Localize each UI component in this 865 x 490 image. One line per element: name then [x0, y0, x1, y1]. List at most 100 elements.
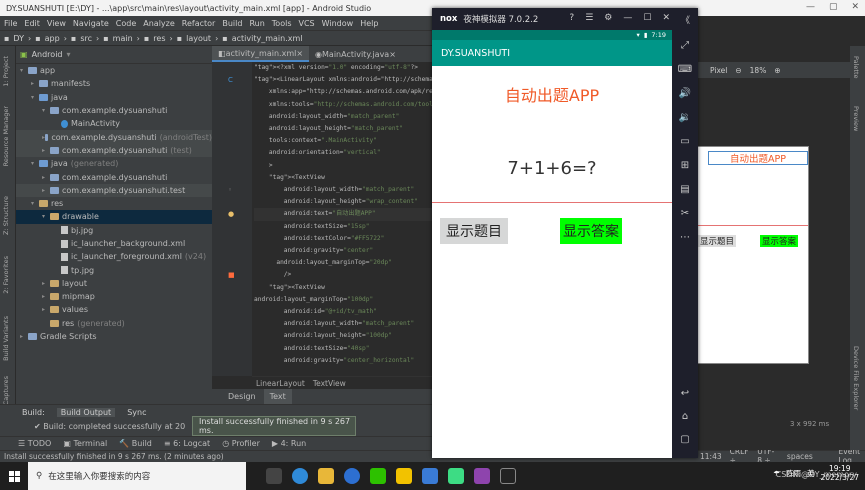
expand-arrow-icon[interactable]: ▾ [31, 160, 39, 167]
tree-item[interactable]: bj.jpg [16, 224, 212, 237]
explorer-icon[interactable] [318, 468, 334, 484]
menu-vcs[interactable]: VCS [299, 19, 315, 28]
expand-arrow-icon[interactable]: ▾ [42, 107, 50, 114]
maximize-button[interactable]: ▢ [829, 2, 838, 12]
code-editor[interactable]: "tag"><?xml version="1.0" encoding="utf-… [252, 62, 432, 376]
side-tab-4[interactable]: Build Variants [2, 316, 10, 361]
menu-window[interactable]: Window [322, 19, 354, 28]
expand-arrow-icon[interactable]: ▾ [20, 67, 28, 74]
project-view-selector[interactable]: Android [32, 50, 63, 59]
add-icon[interactable]: ⊞ [681, 160, 689, 171]
show-answer-button[interactable]: 显示答案 [560, 218, 622, 244]
menu-edit[interactable]: Edit [24, 19, 40, 28]
bottom-tool[interactable]: ▣ Terminal [63, 439, 107, 448]
breadcrumb-item[interactable]: app [45, 34, 60, 43]
gear-icon[interactable]: ⚙ [604, 13, 612, 26]
bottom-tool[interactable]: ≡ 6: Logcat [164, 439, 210, 448]
photos-icon[interactable] [422, 468, 438, 484]
menu-run[interactable]: Run [249, 19, 264, 28]
tab-design[interactable]: Design [222, 389, 262, 404]
expand-arrow-icon[interactable]: ▸ [20, 333, 28, 340]
status-item[interactable]: 11:43 [700, 452, 722, 461]
expand-arrow-icon[interactable]: ▸ [42, 306, 50, 313]
xml-crumb[interactable]: TextView [313, 379, 346, 388]
app-icon-x[interactable] [344, 468, 360, 484]
expand-arrow-icon[interactable]: ▸ [42, 187, 50, 194]
tree-item[interactable]: ▸ layout [16, 277, 212, 290]
bottom-tool[interactable]: ◷ Profiler [222, 439, 260, 448]
keyboard-icon[interactable]: ⌨ [678, 64, 692, 75]
zoom-in-icon[interactable]: ⊕ [774, 66, 780, 75]
side-tab-2[interactable]: Z: Structure [2, 196, 10, 235]
bottom-tool[interactable]: ☰ TODO [18, 439, 51, 448]
build-tab[interactable]: Sync [123, 408, 150, 417]
tree-item[interactable]: ▾ java [16, 91, 212, 104]
menu-navigate[interactable]: Navigate [73, 19, 109, 28]
menu-code[interactable]: Code [116, 19, 136, 28]
build-tab[interactable]: Build: [18, 408, 49, 417]
expand-arrow-icon[interactable]: ▸ [42, 174, 50, 181]
tree-item[interactable]: ▸ Gradle Scripts [16, 330, 212, 343]
breadcrumb-item[interactable]: activity_main.xml [232, 34, 303, 43]
volume-down-icon[interactable]: 🔉 [679, 112, 691, 123]
breadcrumb-item[interactable]: src [80, 34, 92, 43]
edge-icon[interactable] [292, 468, 308, 484]
menu-icon[interactable]: ☰ [585, 13, 593, 26]
tree-item[interactable]: ▸ com.example.dysuanshuti.test [16, 183, 212, 197]
menu-help[interactable]: Help [360, 19, 378, 28]
menu-view[interactable]: View [47, 19, 66, 28]
side-tab-1[interactable]: Resource Manager [2, 106, 10, 166]
collapse-icon[interactable]: 《 [681, 13, 690, 26]
right-tab-1[interactable]: Preview [852, 106, 860, 131]
layout-preview[interactable]: 自动出题APP 显示题目 显示答案 [697, 146, 809, 364]
nox-taskbar-icon[interactable] [500, 468, 516, 484]
tree-item[interactable]: ▸ com.example.dysuanshuti (androidTest) [16, 130, 212, 144]
tree-item[interactable]: ▾ res [16, 197, 212, 210]
menu-analyze[interactable]: Analyze [143, 19, 175, 28]
chevron-down-icon[interactable]: ▾ [67, 50, 71, 59]
tree-item[interactable]: ▾ app [16, 64, 212, 77]
phone-screen[interactable]: ▾ ▮ 7:19 DY.SUANSHUTI 自动出题APP 7+1+6=? 显示… [432, 30, 672, 458]
breadcrumb-item[interactable]: DY [13, 34, 24, 43]
tree-item[interactable]: ▸ values [16, 303, 212, 316]
close-button[interactable]: ✕ [851, 2, 859, 12]
expand-arrow-icon[interactable]: ▸ [42, 280, 50, 287]
close-icon[interactable]: × [389, 50, 396, 59]
expand-arrow-icon[interactable]: ▸ [31, 80, 39, 87]
home-icon[interactable]: ⌂ [682, 411, 688, 422]
menu-tools[interactable]: Tools [272, 19, 292, 28]
close-icon[interactable]: ✕ [662, 13, 670, 26]
app-icon-purple[interactable] [474, 468, 490, 484]
right-tab-0[interactable]: Palette [852, 56, 860, 79]
editor-tab[interactable]: ◉ MainActivity.java × [309, 46, 402, 62]
tree-item[interactable]: res (generated) [16, 317, 212, 330]
android-studio-icon[interactable] [448, 468, 464, 484]
tree-item[interactable]: ▾ com.example.dysuanshuti [16, 104, 212, 117]
tree-item[interactable]: MainActivity [16, 117, 212, 130]
back-icon[interactable]: ↩ [681, 388, 689, 399]
tree-item[interactable]: ▸ manifests [16, 77, 212, 90]
right-tab-2[interactable]: Device File Explorer [852, 346, 860, 410]
taskbar-search[interactable]: ⚲ 在这里输入你要搜索的内容 [28, 462, 246, 490]
scissors-icon[interactable]: ✂ [681, 208, 689, 219]
menu-build[interactable]: Build [222, 19, 242, 28]
expand-arrow-icon[interactable]: ▾ [31, 94, 39, 101]
task-view-icon[interactable] [266, 468, 282, 484]
breadcrumb-item[interactable]: res [153, 34, 165, 43]
help-icon[interactable]: ? [569, 13, 574, 26]
fullscreen-icon[interactable]: ⤢ [681, 40, 689, 51]
tree-item[interactable]: ic_launcher_foreground.xml (v24) [16, 250, 212, 263]
breadcrumb-item[interactable]: layout [186, 34, 211, 43]
expand-arrow-icon[interactable]: ▸ [42, 147, 50, 154]
close-icon[interactable]: × [296, 49, 303, 58]
expand-arrow-icon[interactable]: ▸ [42, 293, 50, 300]
tree-item[interactable]: ▸ mipmap [16, 290, 212, 303]
side-tab-0[interactable]: 1: Project [2, 56, 10, 87]
xml-crumb[interactable]: LinearLayout [256, 379, 305, 388]
build-tab[interactable]: Build Output [56, 407, 116, 417]
tab-text[interactable]: Text [263, 389, 292, 404]
screen-icon[interactable]: ▭ [680, 136, 689, 147]
more-icon[interactable]: ⋯ [680, 232, 690, 243]
tree-item[interactable]: ▸ com.example.dysuanshuti [16, 170, 212, 183]
minimize-button[interactable]: — [806, 2, 815, 12]
